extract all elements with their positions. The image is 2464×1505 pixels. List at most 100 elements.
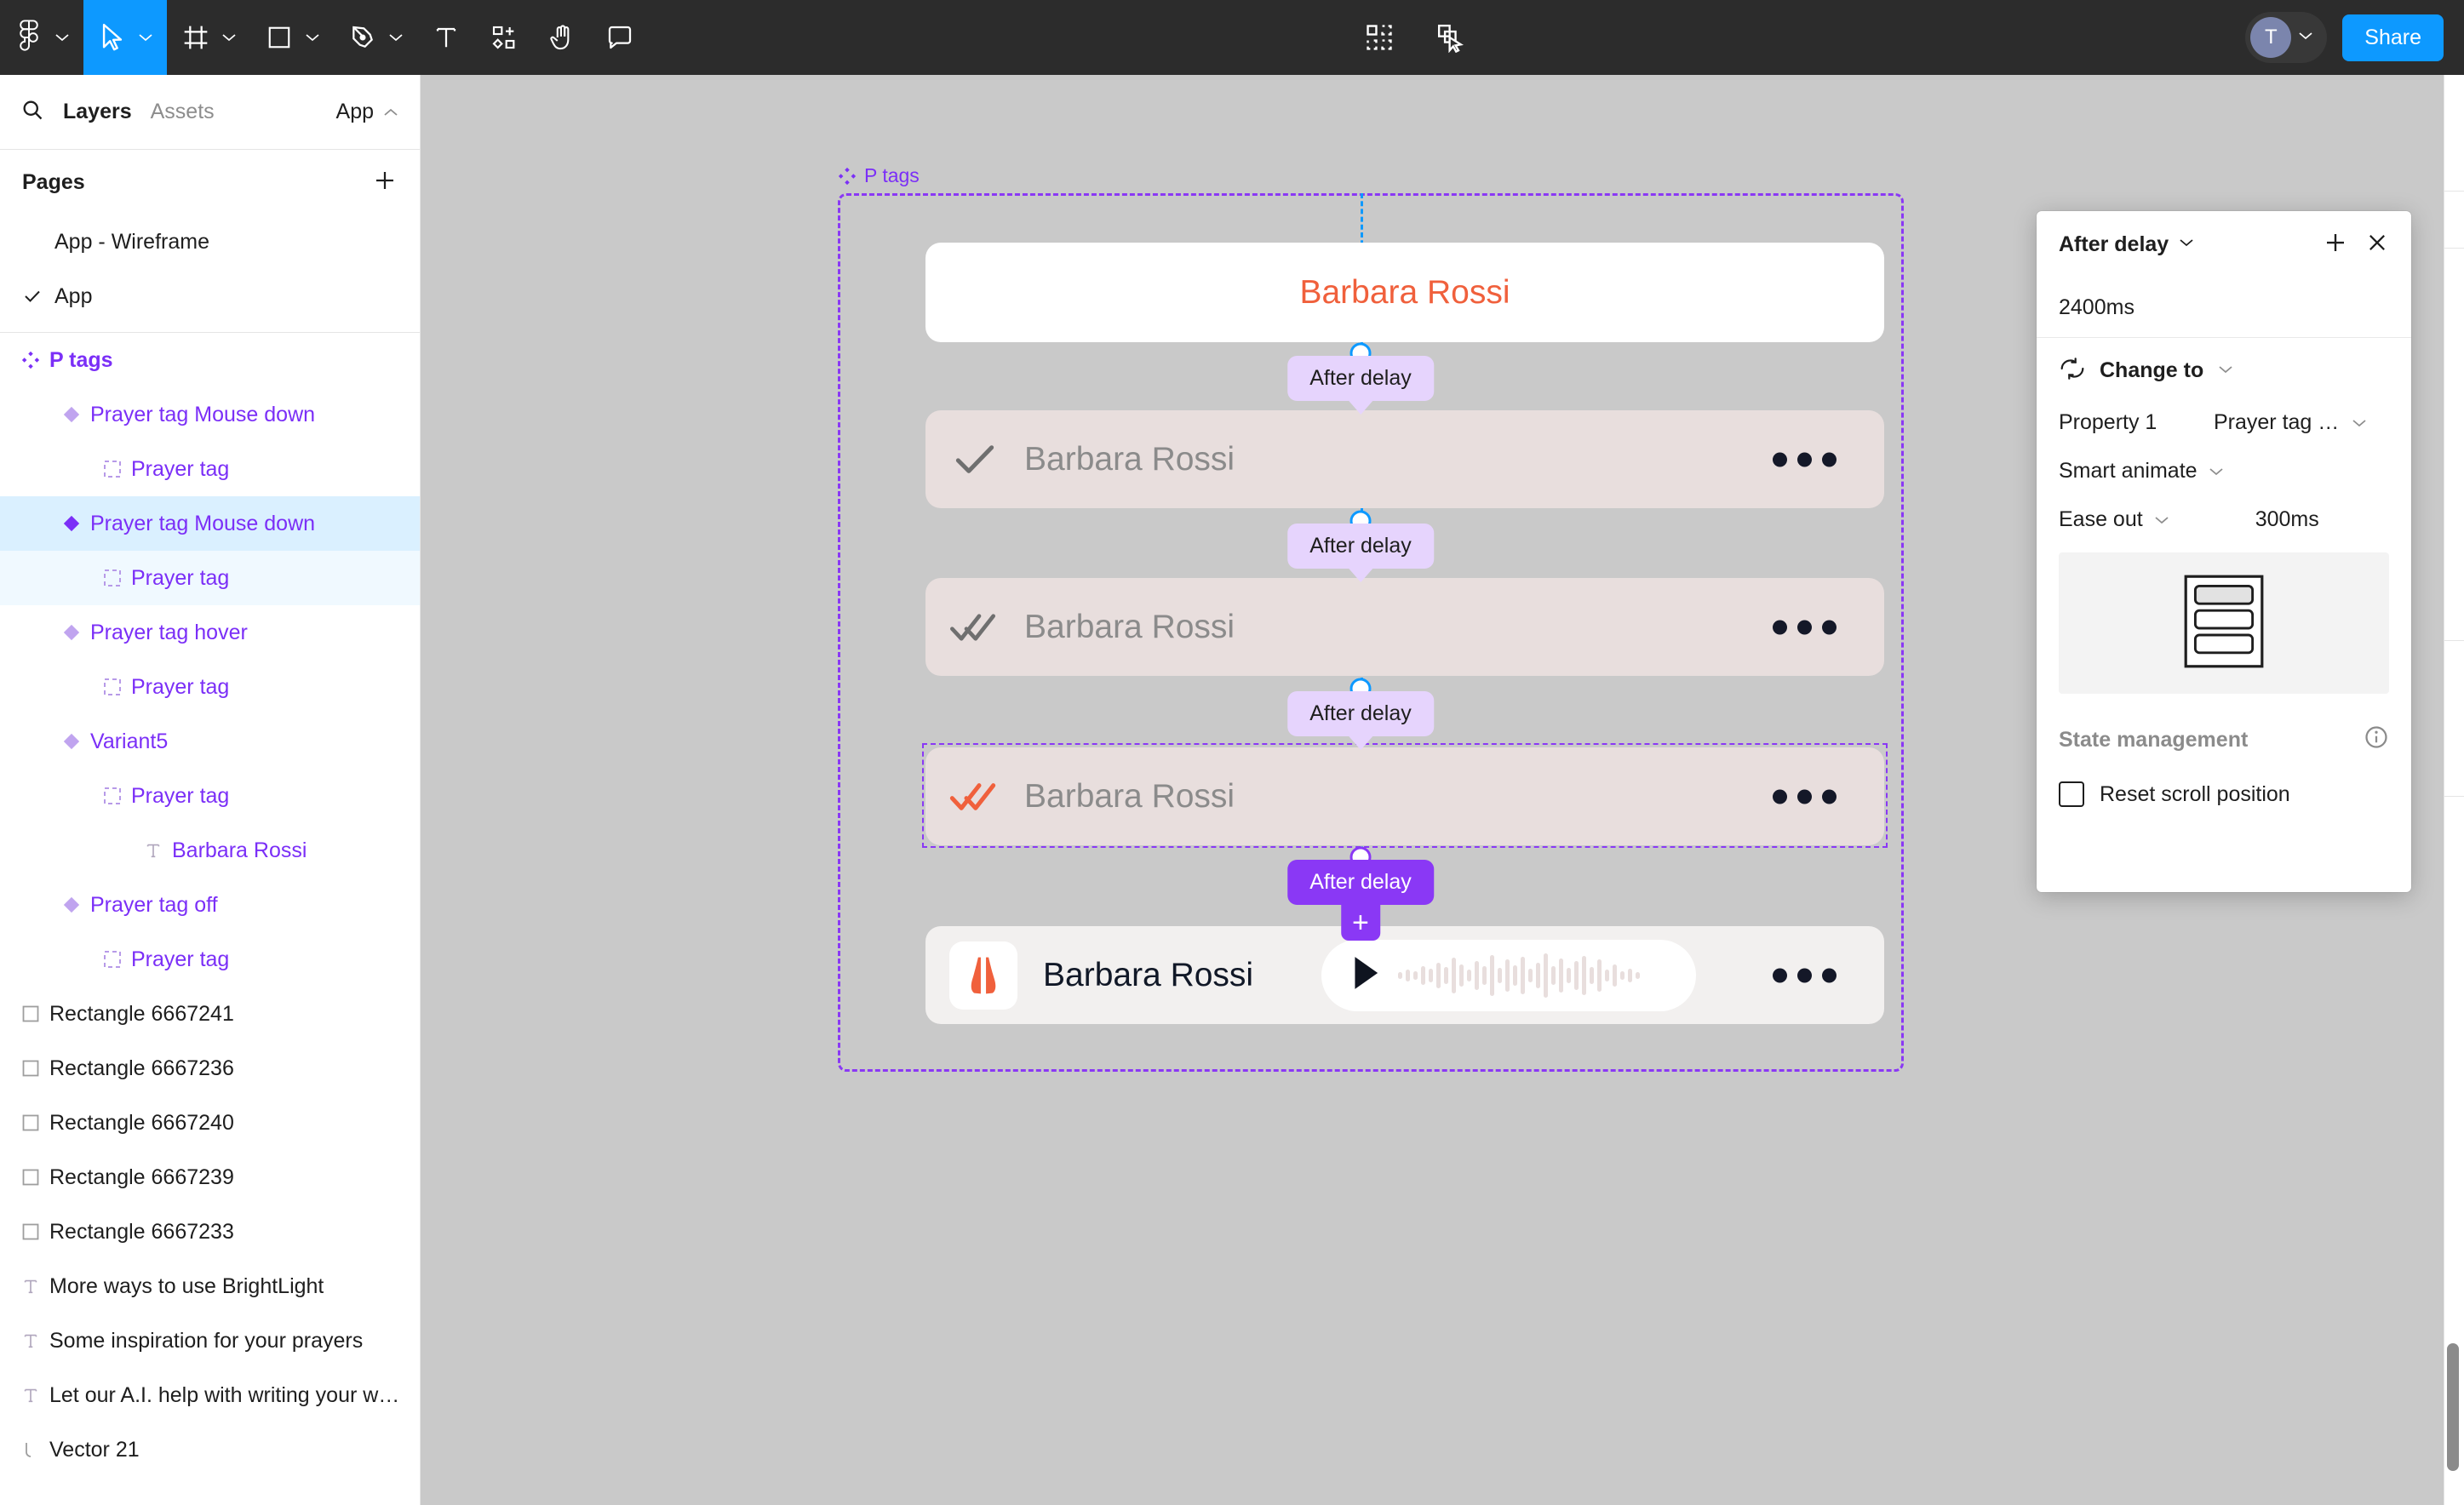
text-tool-button[interactable] [417,0,475,75]
reset-scroll-checkbox[interactable] [2059,781,2084,807]
layer-row[interactable]: Barbara Rossi [0,823,420,878]
tab-layers[interactable]: Layers [63,100,132,124]
add-interaction-button[interactable]: + [1340,905,1380,941]
frame-tool-icon [179,20,213,54]
frame-tool-button[interactable] [167,0,250,75]
actions-tool-button[interactable] [475,0,533,75]
prayer-tag-card-audio[interactable]: Barbara Rossi [925,926,1884,1024]
after-delay-badge-2[interactable]: After delay [1287,524,1434,582]
component-icon-faded [53,405,90,424]
figma-menu-button[interactable] [0,0,83,75]
info-icon[interactable] [2364,724,2389,756]
component-tool-icon[interactable] [1362,20,1396,54]
card-more-button[interactable] [1773,789,1837,804]
after-delay-label: After delay [1309,870,1412,894]
play-icon[interactable] [1350,954,1381,996]
chevron-down-icon[interactable] [2177,237,2196,252]
layer-row[interactable]: Prayer tag [0,551,420,605]
animation-type-select[interactable]: Smart animate [2059,459,2389,484]
layer-label: Vector 21 [49,1437,140,1462]
interaction-details-popup: After delay 2400ms Change to Property 1 … [2037,211,2411,892]
layer-row[interactable]: Prayer tag [0,442,420,496]
layer-row[interactable]: More ways to use BrightLight [0,1259,420,1313]
layer-row[interactable]: Prayer tag hover [0,605,420,660]
chevron-down-icon[interactable] [2296,30,2315,46]
move-tool-button[interactable] [83,0,167,75]
layer-label: P tags [49,347,113,372]
add-interaction-button[interactable] [2323,230,2348,260]
shape-tool-button[interactable] [250,0,334,75]
share-button[interactable]: Share [2342,14,2444,61]
layer-row[interactable]: P tags [0,333,420,387]
duration-field[interactable]: 300ms [2255,507,2319,532]
layer-row[interactable]: Prayer tag Mouse down [0,387,420,442]
instance-dashed-icon [94,460,131,478]
layer-row[interactable]: Some inspiration for your prayers [0,1313,420,1368]
card-name: Barbara Rossi [1299,273,1510,311]
page-item-app-wireframe[interactable]: App - Wireframe [0,215,420,269]
page-item-app[interactable]: App [0,269,420,323]
canvas-scrollbar[interactable] [2447,1343,2459,1471]
toolbar-left-tools [0,0,649,75]
card-more-button[interactable] [1773,452,1837,466]
search-icon[interactable] [20,98,44,126]
layer-label: Barbara Rossi [172,838,307,862]
property-value-select[interactable]: Prayer tag … [2214,410,2368,435]
badge-arrow-icon [1348,736,1372,750]
card-more-button[interactable] [1773,620,1837,634]
rectangle-tool-icon [262,20,296,54]
layer-row[interactable]: Rectangle 6667241 [0,987,420,1041]
card-more-button[interactable] [1773,968,1837,982]
add-page-button[interactable] [372,168,398,197]
reset-scroll-row[interactable]: Reset scroll position [2059,781,2389,807]
left-sidebar: Layers Assets App Pages App - Wireframe … [0,75,421,1505]
property-label: Property 1 [2059,410,2157,434]
hand-tool-button[interactable] [533,0,591,75]
tab-assets[interactable]: Assets [151,100,215,124]
chevron-down-icon [2209,467,2223,475]
change-to-row[interactable]: Change to [2059,357,2389,385]
layer-row[interactable]: Rectangle 6667233 [0,1205,420,1259]
easing-select[interactable]: Ease out [2059,507,2143,532]
after-delay-badge-selected[interactable]: After delay + [1287,860,1434,941]
audio-player[interactable] [1321,939,1696,1011]
layer-row[interactable]: Rectangle 6667236 [0,1041,420,1096]
rectangle-layer-icon [12,1168,49,1187]
pen-tool-button[interactable] [334,0,417,75]
list-frame-preview-icon [2183,574,2265,673]
avatar-group[interactable]: T [2245,12,2328,63]
layer-label: Prayer tag hover [90,620,248,644]
layer-row[interactable]: Variant5 [0,714,420,769]
frame-label[interactable]: P tags [838,164,920,187]
prayer-tag-card-default[interactable]: Barbara Rossi [925,243,1884,342]
delay-value-field[interactable]: 2400ms [2037,278,2411,337]
after-delay-badge-1[interactable]: After delay [1287,356,1434,415]
comment-tool-button[interactable] [591,0,649,75]
layer-row[interactable]: Prayer tag Mouse down [0,496,420,551]
toolbar-center-tools [1362,0,1468,75]
after-delay-badge-3[interactable]: After delay [1287,691,1434,750]
layer-row[interactable]: Prayer tag off [0,878,420,932]
layer-row[interactable]: Rectangle 6667239 [0,1150,420,1205]
chevron-up-icon [384,108,398,116]
comment-tool-icon [603,20,637,54]
chevron-down-icon[interactable] [2217,363,2234,379]
layer-row[interactable]: Prayer tag [0,932,420,987]
prayer-tag-card-sent[interactable]: Barbara Rossi [925,410,1884,508]
close-icon[interactable] [2365,231,2389,259]
layer-tree: P tags Prayer tag Mouse down Prayer tag Pra… [0,333,420,1477]
layer-row[interactable]: Prayer tag [0,660,420,714]
prayer-tag-card-read[interactable]: Barbara Rossi [925,747,1884,845]
layer-row[interactable]: Rectangle 6667240 [0,1096,420,1150]
layer-label: Prayer tag [131,947,230,971]
animation-type-label: Smart animate [2059,459,2198,483]
layer-row[interactable]: Vector 21 [0,1422,420,1477]
sidebar-tabs: Layers Assets App [0,75,420,150]
layer-row[interactable]: Let our A.I. help with writing your w… [0,1368,420,1422]
prayer-tag-card-delivered[interactable]: Barbara Rossi [925,578,1884,676]
reset-scroll-label: Reset scroll position [2100,781,2290,806]
file-name-selector[interactable]: App [336,100,399,124]
select-copy-icon[interactable] [1434,20,1468,54]
layer-label: Prayer tag off [90,892,218,917]
layer-row[interactable]: Prayer tag [0,769,420,823]
